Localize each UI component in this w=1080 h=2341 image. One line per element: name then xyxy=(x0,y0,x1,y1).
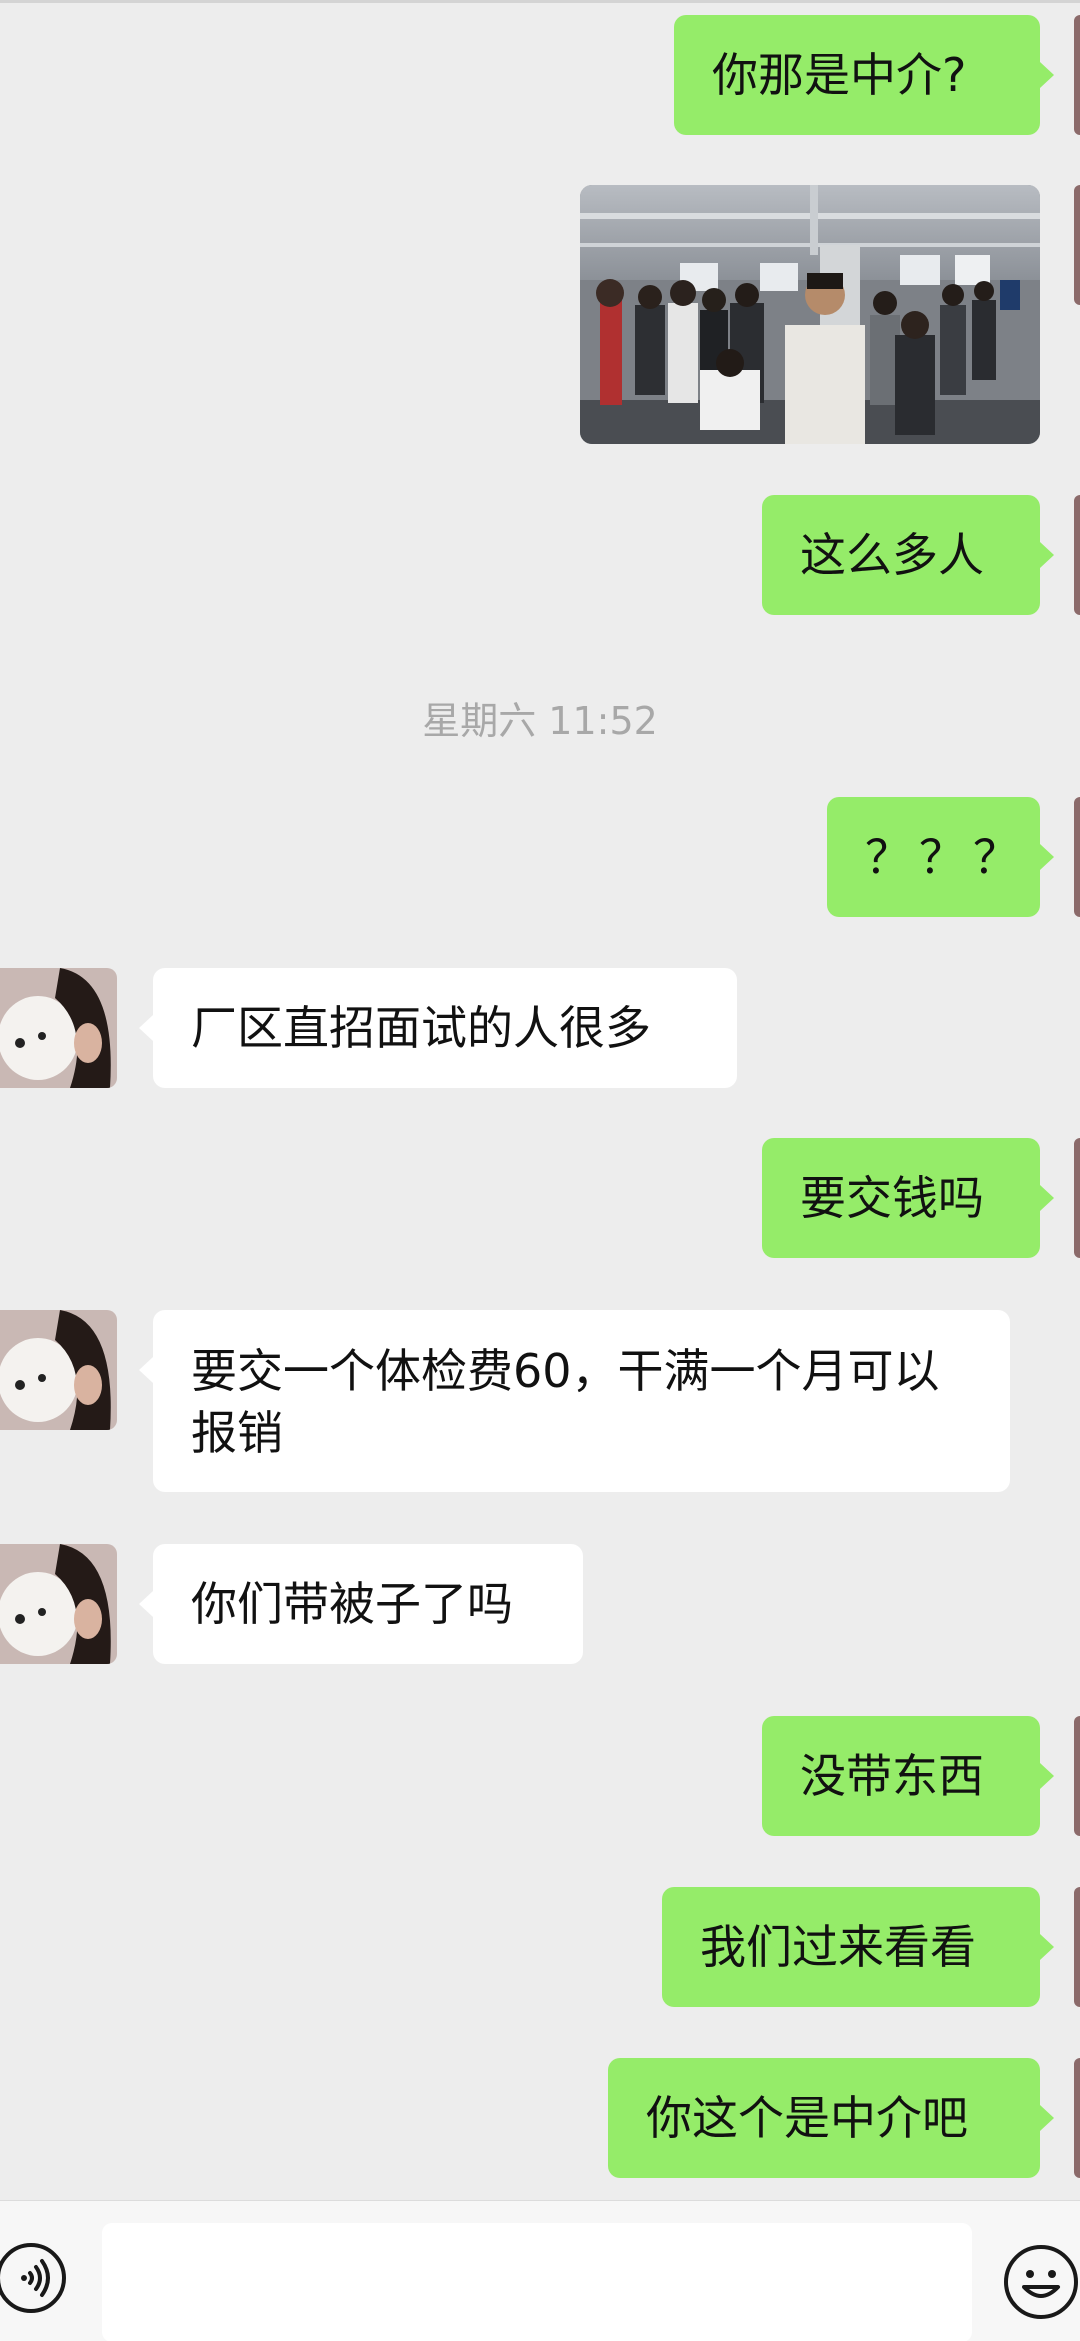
message-image[interactable] xyxy=(580,185,1040,444)
bubble-tail xyxy=(1040,62,1054,88)
voice-toggle-button[interactable] xyxy=(0,2243,66,2313)
message-bubble-outgoing[interactable]: 你这个是中介吧 xyxy=(608,2058,1040,2178)
bubble-tail xyxy=(1040,1185,1054,1211)
input-bar xyxy=(0,2200,1080,2341)
voice-toggle-icon xyxy=(21,2259,50,2297)
self-avatar[interactable] xyxy=(1074,185,1080,305)
dog-avatar-image xyxy=(0,968,117,1088)
dog-avatar-image xyxy=(0,1544,117,1664)
contact-avatar[interactable] xyxy=(0,1544,117,1664)
self-avatar[interactable] xyxy=(1074,797,1080,917)
message-text: 你那是中介? xyxy=(712,48,967,102)
emoji-icon xyxy=(1004,2245,1078,2319)
message-bubble-outgoing[interactable]: ？？？ xyxy=(827,797,1040,917)
emoji-button[interactable] xyxy=(1002,2243,1080,2321)
crowd-photo xyxy=(580,185,1040,444)
self-avatar[interactable] xyxy=(1074,1716,1080,1836)
bubble-tail xyxy=(1040,844,1054,870)
message-bubble-outgoing[interactable]: 我们过来看看 xyxy=(662,1887,1040,2007)
message-text: 要交一个体检费60，干满一个月可以报销 xyxy=(191,1344,940,1460)
message-bubble-incoming[interactable]: 厂区直招面试的人很多 xyxy=(153,968,737,1088)
bubble-tail xyxy=(1040,542,1054,568)
message-bubble-outgoing[interactable]: 要交钱吗 xyxy=(762,1138,1040,1258)
top-divider xyxy=(0,0,1080,3)
message-text: ？？？ xyxy=(865,830,1027,884)
message-text: 这么多人 xyxy=(800,528,984,582)
message-text: 你们带被子了吗 xyxy=(191,1577,513,1631)
message-text: 要交钱吗 xyxy=(800,1171,984,1225)
message-input[interactable] xyxy=(102,2223,972,2341)
message-bubble-incoming[interactable]: 要交一个体检费60，干满一个月可以报销 xyxy=(153,1310,1010,1492)
bubble-tail xyxy=(1040,2105,1054,2131)
chat-screen: 你那是中介? 这么多人 星期六 11:52 ？？？ 厂区直招面试的人很多 要交钱… xyxy=(0,0,1080,2341)
self-avatar[interactable] xyxy=(1074,495,1080,615)
bubble-tail xyxy=(139,1357,153,1383)
bubble-tail xyxy=(139,1015,153,1041)
message-bubble-incoming[interactable]: 你们带被子了吗 xyxy=(153,1544,583,1664)
contact-avatar[interactable] xyxy=(0,968,117,1088)
self-avatar[interactable] xyxy=(1074,1887,1080,2007)
dog-avatar-image xyxy=(0,1310,117,1430)
message-bubble-outgoing[interactable]: 你那是中介? xyxy=(674,15,1040,135)
message-bubble-outgoing[interactable]: 这么多人 xyxy=(762,495,1040,615)
self-avatar[interactable] xyxy=(1074,15,1080,135)
message-text: 厂区直招面试的人很多 xyxy=(191,1001,651,1055)
message-bubble-outgoing[interactable]: 没带东西 xyxy=(762,1716,1040,1836)
contact-avatar[interactable] xyxy=(0,1310,117,1430)
self-avatar[interactable] xyxy=(1074,1138,1080,1258)
bubble-tail xyxy=(1040,1763,1054,1789)
self-avatar[interactable] xyxy=(1074,2058,1080,2178)
message-text: 你这个是中介吧 xyxy=(646,2091,968,2145)
message-text: 我们过来看看 xyxy=(700,1920,976,1974)
bubble-tail xyxy=(139,1591,153,1617)
message-text: 没带东西 xyxy=(800,1749,984,1803)
chat-timestamp: 星期六 11:52 xyxy=(422,699,658,743)
bubble-tail xyxy=(1040,1934,1054,1960)
